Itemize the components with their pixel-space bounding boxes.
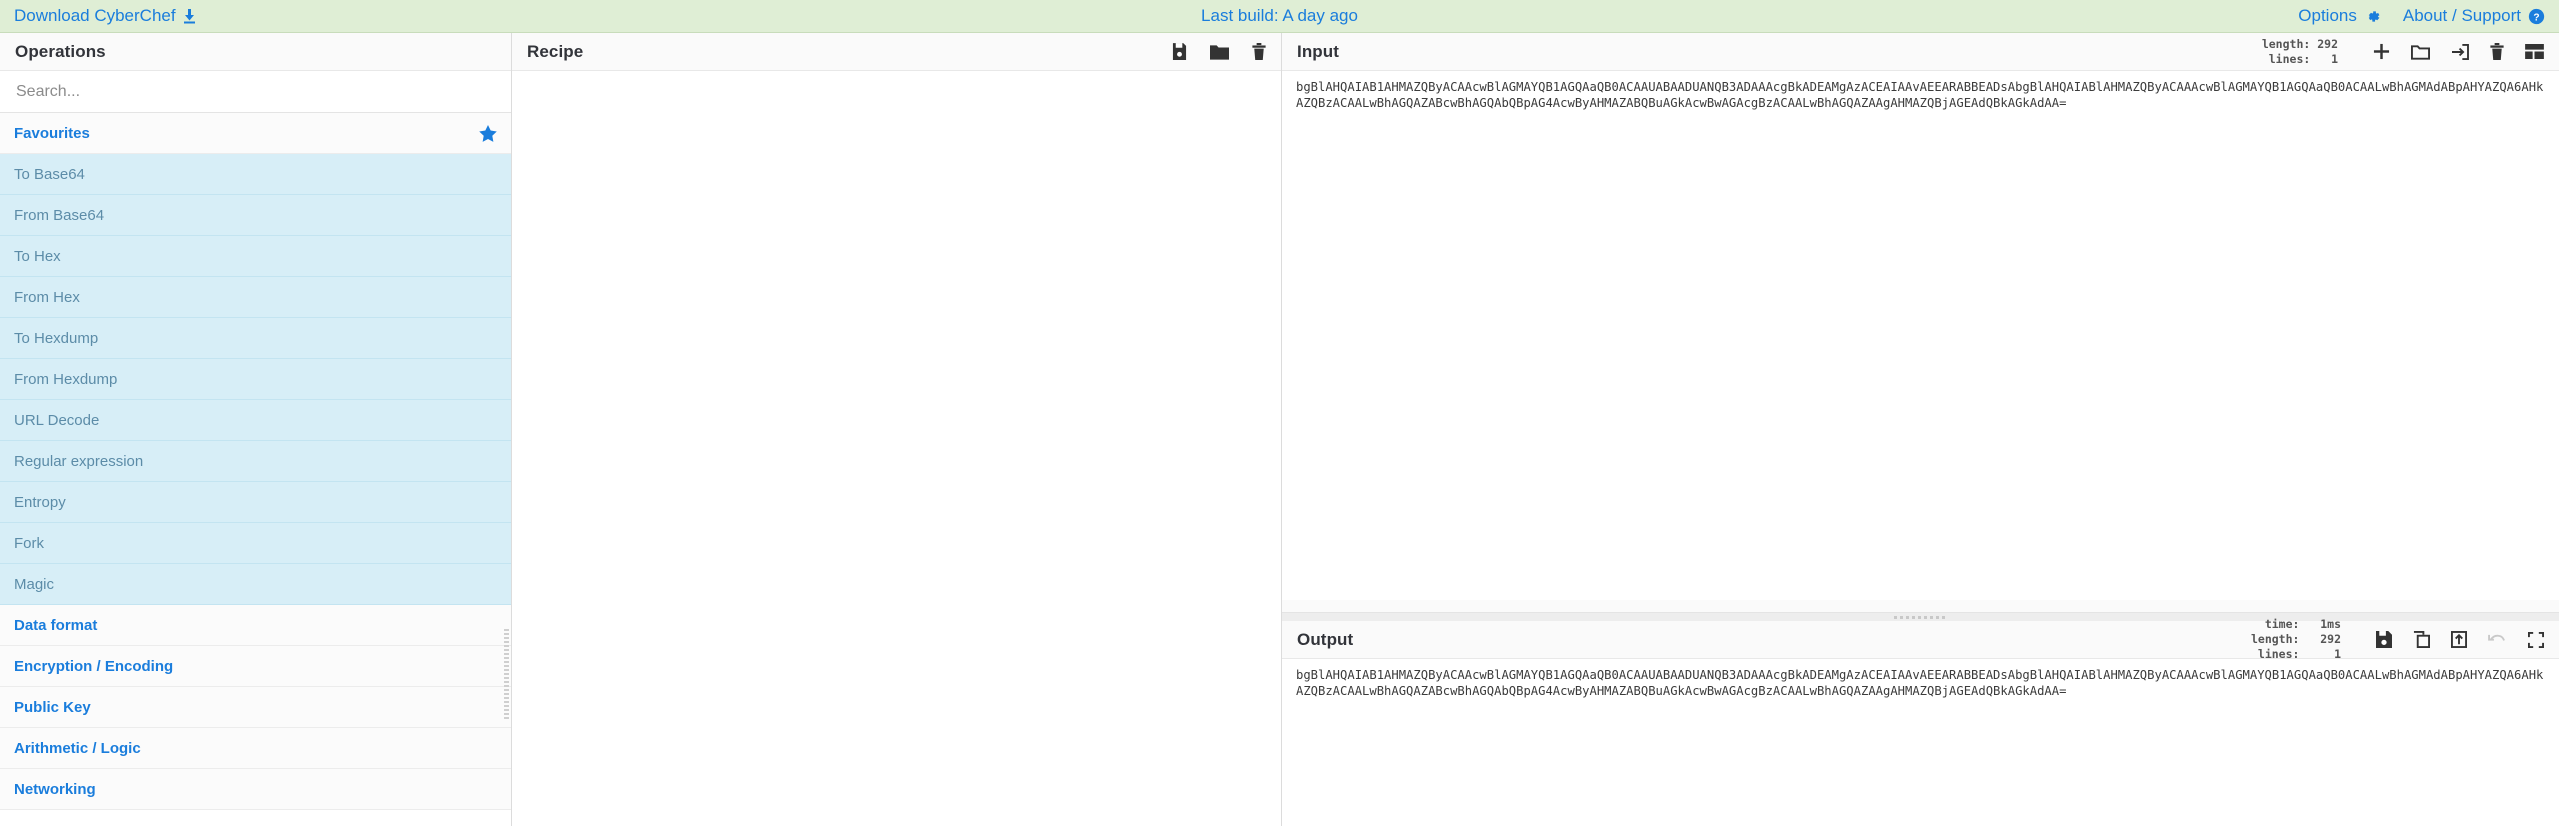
add-input-tab-button[interactable] [2373,43,2390,60]
svg-text:?: ? [2533,12,2539,23]
save-output-button[interactable] [2376,631,2392,648]
favourites-category-header[interactable]: Favourites [0,113,511,154]
star-icon [479,124,497,142]
question-circle-icon: ? [2528,8,2545,25]
category-arithmetic-logic[interactable]: Arithmetic / Logic [0,728,511,769]
category-encryption-encoding[interactable]: Encryption / Encoding [0,646,511,687]
about-support-label: About / Support [2402,6,2521,25]
recipe-operations-list[interactable] [512,71,1281,826]
category-networking[interactable]: Networking [0,769,511,810]
last-build-text: Last build: A day ago [1201,6,1358,25]
open-file-as-input-button[interactable] [2451,43,2469,60]
io-splitter-grip [1893,615,1948,619]
input-controls: length: 292 lines: 1 [2262,37,2544,66]
operation-label: Regular expression [14,452,144,470]
operation-item-fork[interactable]: Fork [0,523,511,564]
category-data-format[interactable]: Data format [0,605,511,646]
operation-item-from-hexdump[interactable]: From Hexdump [0,359,511,400]
recipe-panel-title: Recipe [512,33,1281,71]
download-cyberchef-link[interactable]: Download CyberChef [14,6,196,26]
recipe-controls [1172,43,1266,60]
operations-panel-title: Operations [0,33,511,71]
operations-panel: Operations Favourites To Base64 From Bas… [0,33,512,826]
operation-label: Entropy [14,493,66,511]
operations-list[interactable]: Favourites To Base64 From Base64 To Hex … [0,113,511,826]
banner-right-group: Options About / Support ? [2298,6,2545,26]
category-label: Encryption / Encoding [14,657,174,675]
category-label: Networking [14,780,96,798]
copy-output-button[interactable] [2413,631,2430,648]
input-text-area[interactable]: bgBlAHQAIAB1AHMAZQByACAAcwBlAGMAYQB1AGQA… [1282,71,2559,600]
favourites-label: Favourites [14,124,90,142]
input-title-text: Input [1297,41,1340,61]
input-meta-counter: length: 292 lines: 1 [2261,36,2338,66]
load-recipe-button[interactable] [1210,44,1229,60]
operation-label: Fork [14,534,44,552]
output-text-area[interactable]: bgBlAHQAIAB1AHMAZQByACAAcwBlAGMAYQB1AGQA… [1282,659,2559,826]
recipe-panel: Recipe [512,33,1282,826]
operation-item-regular-expression[interactable]: Regular expression [0,441,511,482]
category-label: Arithmetic / Logic [14,739,141,757]
operations-title-text: Operations [15,41,106,61]
operations-search-row [0,71,511,113]
operation-item-from-hex[interactable]: From Hex [0,277,511,318]
maximise-output-button[interactable] [2528,631,2544,648]
operation-item-to-base64[interactable]: To Base64 [0,154,511,195]
open-folder-button[interactable] [2411,44,2430,60]
operation-item-magic[interactable]: Magic [0,564,511,605]
output-panel-title: Output time: 1ms length: 292 lines: 1 [1282,617,2559,661]
output-meta-counter: time: 1ms length: 292 lines: 1 [2250,617,2341,661]
operation-item-from-base64[interactable]: From Base64 [0,195,511,236]
input-status-strip [1282,600,2559,612]
top-banner: Download CyberChef Last build: A day ago… [0,0,2559,33]
replace-input-with-output-button[interactable] [2451,631,2467,648]
gear-icon [2364,8,2381,25]
clear-recipe-button[interactable] [1252,43,1266,60]
operation-label: To Hex [14,247,61,265]
about-support-link[interactable]: About / Support ? [2403,6,2545,26]
operation-label: To Hexdump [14,329,99,347]
category-label: Data format [14,616,98,634]
options-label: Options [2298,6,2357,25]
operation-label: From Base64 [14,206,105,224]
operation-item-to-hexdump[interactable]: To Hexdump [0,318,511,359]
operation-item-entropy[interactable]: Entropy [0,482,511,523]
search-input[interactable] [14,81,497,102]
input-panel: Input length: 292 lines: 1 bgBlAHQAIAB1A… [1282,33,2559,613]
output-controls: time: 1ms length: 292 lines: 1 [2251,617,2544,661]
operation-label: From Hexdump [14,370,118,388]
input-panel-title: Input length: 292 lines: 1 [1282,33,2559,71]
output-title-text: Output [1297,629,1354,649]
operations-scrollbar[interactable] [504,629,509,721]
operation-item-url-decode[interactable]: URL Decode [0,400,511,441]
download-icon [183,8,196,24]
operation-label: To Base64 [14,165,85,183]
recipe-title-text: Recipe [527,41,584,61]
reset-pane-layout-button[interactable] [2525,44,2544,59]
category-label: Public Key [14,698,91,716]
clear-input-button[interactable] [2490,43,2504,60]
options-link[interactable]: Options [2298,6,2381,26]
undo-button[interactable] [2488,632,2507,647]
operation-label: Magic [14,575,55,593]
io-column: Input length: 292 lines: 1 bgBlAHQAIAB1A… [1282,33,2559,826]
output-panel: Output time: 1ms length: 292 lines: 1 bg… [1282,617,2559,826]
operation-item-to-hex[interactable]: To Hex [0,236,511,277]
app-root: Operations Favourites To Base64 From Bas… [0,33,2559,826]
operation-label: URL Decode [14,411,100,429]
save-recipe-button[interactable] [1172,43,1187,60]
category-public-key[interactable]: Public Key [0,687,511,728]
operation-label: From Hex [14,288,80,306]
download-cyberchef-label: Download CyberChef [14,6,176,25]
